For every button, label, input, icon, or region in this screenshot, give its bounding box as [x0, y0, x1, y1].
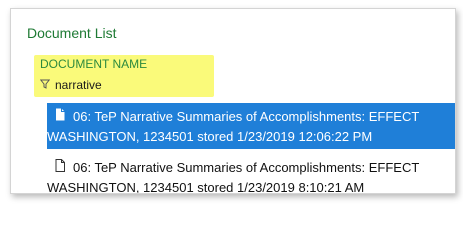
panel-title: Document List [27, 25, 117, 41]
document-row[interactable]: 06: TeP Narrative Summaries of Accomplis… [47, 154, 455, 194]
document-title: 06: TeP Narrative Summaries of Accomplis… [73, 109, 420, 124]
filter-input[interactable] [55, 78, 205, 92]
document-icon [55, 108, 65, 125]
document-meta: WASHINGTON, 1234501 stored 1/23/2019 8:1… [47, 180, 365, 194]
document-icon [55, 159, 65, 176]
document-row[interactable]: 06: TeP Narrative Summaries of Accomplis… [47, 103, 455, 149]
document-title: 06: TeP Narrative Summaries of Accomplis… [73, 160, 420, 175]
document-meta: WASHINGTON, 1234501 stored 1/23/2019 12:… [47, 129, 373, 144]
filter-row [39, 76, 205, 94]
filter-highlight: DOCUMENT NAME [34, 55, 214, 97]
document-list-panel: Document List DOCUMENT NAME 06: TeP Narr… [10, 8, 456, 194]
column-header-document-name[interactable]: DOCUMENT NAME [40, 57, 147, 71]
filter-icon[interactable] [39, 76, 51, 94]
